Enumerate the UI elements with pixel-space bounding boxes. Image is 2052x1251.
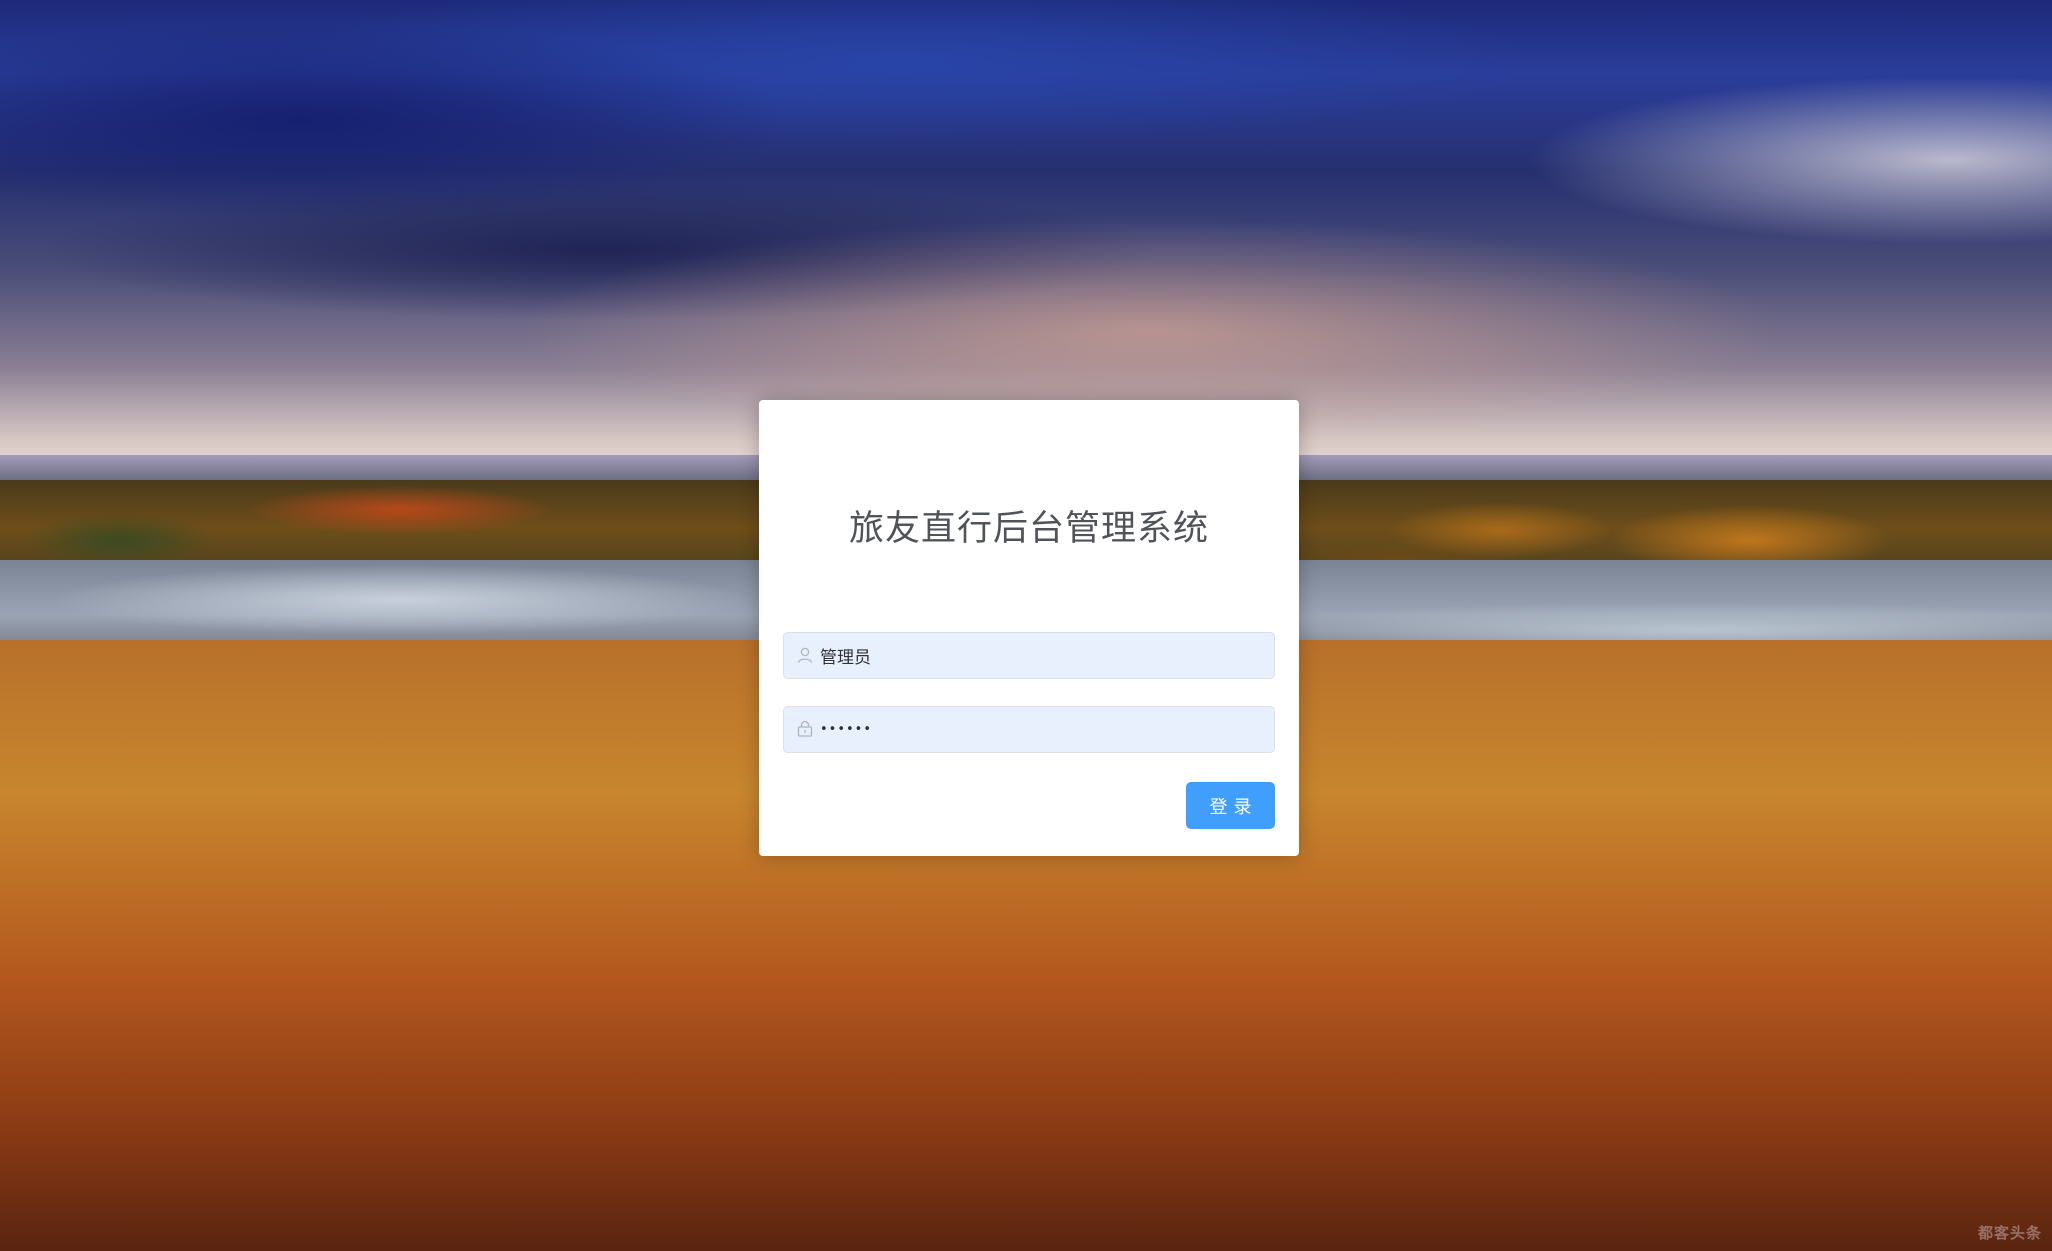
watermark: 都客头条 bbox=[1977, 1224, 2042, 1242]
login-card: 旅友直行后台管理系统 登录 bbox=[759, 400, 1299, 856]
user-icon bbox=[796, 646, 814, 664]
password-field[interactable] bbox=[783, 706, 1275, 753]
username-field[interactable] bbox=[783, 632, 1275, 679]
username-input[interactable] bbox=[820, 633, 1260, 678]
lock-icon bbox=[796, 720, 814, 738]
password-input[interactable] bbox=[820, 707, 1260, 752]
login-page: 都客头条 旅友直行后台管理系统 登录 bbox=[0, 0, 2052, 1251]
login-title: 旅友直行后台管理系统 bbox=[848, 509, 1209, 549]
login-button[interactable]: 登录 bbox=[1186, 782, 1275, 829]
